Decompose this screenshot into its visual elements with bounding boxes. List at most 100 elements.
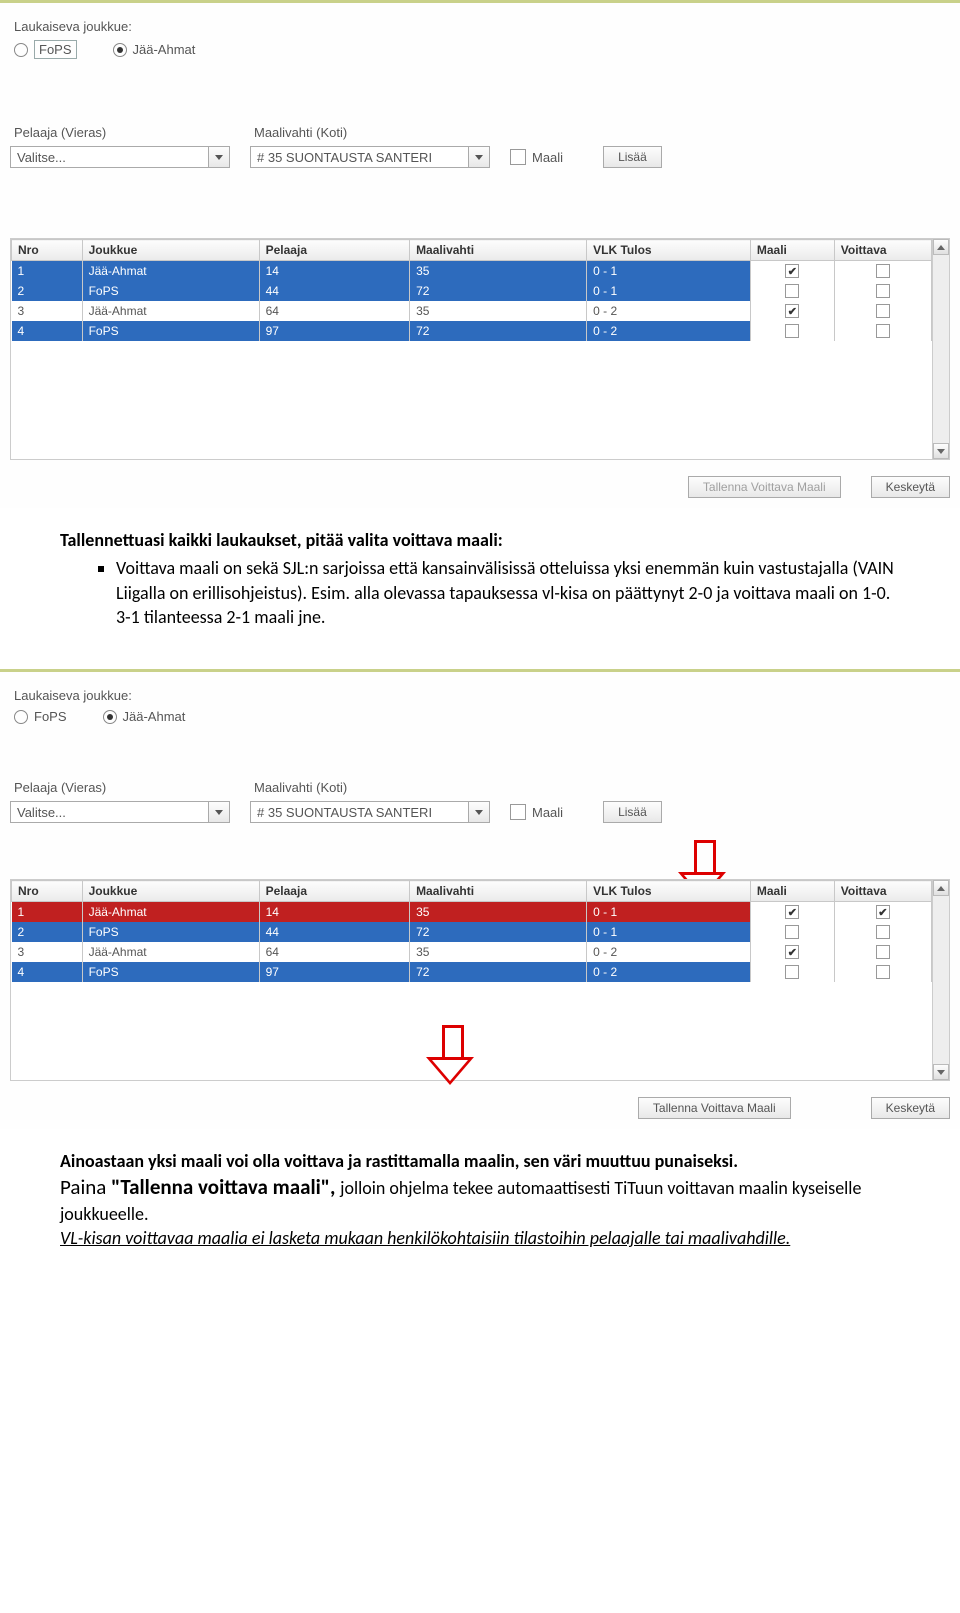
table-header[interactable]: Voittava xyxy=(834,881,931,902)
table-header[interactable]: Pelaaja xyxy=(259,881,409,902)
table-cell: 1 xyxy=(12,902,83,923)
table-cell: 0 - 2 xyxy=(587,962,751,982)
scroll-down-icon[interactable] xyxy=(933,443,949,459)
table-cell: FoPS xyxy=(82,281,259,301)
scrollbar[interactable] xyxy=(932,239,949,459)
table-cell-check[interactable] xyxy=(834,962,931,982)
chevron-down-icon[interactable] xyxy=(208,147,229,167)
table-cell-check[interactable] xyxy=(834,942,931,962)
radio-icon xyxy=(14,710,28,724)
radio-option[interactable]: Jää-Ahmat xyxy=(113,40,196,59)
table-cell-check[interactable] xyxy=(834,261,931,282)
table-row[interactable]: 1Jää-Ahmat14350 - 1✔ xyxy=(12,261,932,282)
table-header[interactable]: Nro xyxy=(12,240,83,261)
scroll-down-icon[interactable] xyxy=(933,1064,949,1080)
table-cell-check[interactable]: ✔ xyxy=(750,942,834,962)
add-button[interactable]: Lisää xyxy=(603,146,662,168)
chevron-down-icon[interactable] xyxy=(468,147,489,167)
table-row[interactable]: 4FoPS97720 - 2 xyxy=(12,321,932,341)
table-cell-check[interactable] xyxy=(834,321,931,341)
radio-icon xyxy=(14,43,28,57)
table-header[interactable]: Joukkue xyxy=(82,881,259,902)
checkbox-icon xyxy=(876,965,890,979)
table-header[interactable]: Joukkue xyxy=(82,240,259,261)
table-cell: 64 xyxy=(259,942,409,962)
checkbox-icon: ✔ xyxy=(785,264,799,278)
table-cell-check[interactable]: ✔ xyxy=(750,301,834,321)
doc-paragraph-2: Ainoastaan yksi maali voi olla voittava … xyxy=(0,1129,960,1280)
player-dropdown[interactable]: Valitse... xyxy=(10,146,230,168)
goal-checkbox[interactable] xyxy=(510,804,526,820)
table-cell: 2 xyxy=(12,281,83,301)
scroll-up-icon[interactable] xyxy=(933,880,949,896)
table-row[interactable]: 4FoPS97720 - 2 xyxy=(12,962,932,982)
table-row[interactable]: 3Jää-Ahmat64350 - 2✔ xyxy=(12,301,932,321)
table-cell-check[interactable] xyxy=(834,301,931,321)
table-cell-check[interactable] xyxy=(834,922,931,942)
checkbox-icon: ✔ xyxy=(785,905,799,919)
table-header[interactable]: Maali xyxy=(750,881,834,902)
table-cell: 35 xyxy=(410,301,587,321)
table-cell-check[interactable]: ✔ xyxy=(750,902,834,923)
chevron-down-icon[interactable] xyxy=(208,802,229,822)
goal-checkbox[interactable] xyxy=(510,149,526,165)
doc-line1: Ainoastaan yksi maali voi olla voittava … xyxy=(60,1150,738,1172)
table-cell: 97 xyxy=(259,962,409,982)
table-cell: 44 xyxy=(259,922,409,942)
radio-label: Jää-Ahmat xyxy=(133,42,196,57)
add-button[interactable]: Lisää xyxy=(603,801,662,823)
table-cell: FoPS xyxy=(82,922,259,942)
radio-row: FoPS Jää-Ahmat xyxy=(14,40,950,59)
radio-row: FoPS Jää-Ahmat xyxy=(14,709,950,724)
table-cell-check[interactable] xyxy=(750,922,834,942)
table-cell-check[interactable] xyxy=(750,321,834,341)
table-cell: 35 xyxy=(410,902,587,923)
table-header[interactable]: Maalivahti xyxy=(410,240,587,261)
goalie-dropdown-text: # 35 SUONTAUSTA SANTERI xyxy=(251,805,468,820)
doc-line3: VL-kisan voittavaa maalia ei lasketa muk… xyxy=(60,1227,790,1249)
table-cell-check[interactable]: ✔ xyxy=(834,902,931,923)
player-label: Pelaaja (Vieras) xyxy=(14,125,230,140)
field-row: Pelaaja (Vieras) Valitse... Maalivahti (… xyxy=(10,774,950,823)
table-row[interactable]: 2FoPS44720 - 1 xyxy=(12,281,932,301)
table-header[interactable]: Nro xyxy=(12,881,83,902)
table-cell: 3 xyxy=(12,942,83,962)
table-cell: 72 xyxy=(410,281,587,301)
chevron-down-icon[interactable] xyxy=(468,802,489,822)
cancel-button[interactable]: Keskeytä xyxy=(871,476,950,498)
checkbox-icon: ✔ xyxy=(876,905,890,919)
radio-option[interactable]: FoPS xyxy=(14,40,77,59)
table-cell: 0 - 1 xyxy=(587,922,751,942)
table-cell: 0 - 2 xyxy=(587,321,751,341)
radio-icon xyxy=(113,43,127,57)
table-header[interactable]: VLK Tulos xyxy=(587,240,751,261)
table-header[interactable]: Maali xyxy=(750,240,834,261)
table-cell: 0 - 1 xyxy=(587,281,751,301)
radio-option[interactable]: FoPS xyxy=(14,709,67,724)
save-winning-goal-button[interactable]: Tallenna Voittava Maali xyxy=(688,476,841,498)
player-dropdown[interactable]: Valitse... xyxy=(10,801,230,823)
table-row[interactable]: 2FoPS44720 - 1 xyxy=(12,922,932,942)
table-header[interactable]: Voittava xyxy=(834,240,931,261)
scroll-up-icon[interactable] xyxy=(933,239,949,255)
doc-line2b: "Tallenna voittava maali", xyxy=(111,1174,340,1200)
scrollbar[interactable] xyxy=(932,880,949,1080)
checkbox-icon: ✔ xyxy=(785,945,799,959)
table-cell-check[interactable] xyxy=(750,962,834,982)
table-row[interactable]: 1Jää-Ahmat14350 - 1✔✔ xyxy=(12,902,932,923)
table-header[interactable]: Pelaaja xyxy=(259,240,409,261)
table-cell-check[interactable] xyxy=(750,281,834,301)
table-header[interactable]: Maalivahti xyxy=(410,881,587,902)
goalie-dropdown[interactable]: # 35 SUONTAUSTA SANTERI xyxy=(250,146,490,168)
table-row[interactable]: 3Jää-Ahmat64350 - 2✔ xyxy=(12,942,932,962)
checkbox-icon xyxy=(876,284,890,298)
table-cell-check[interactable]: ✔ xyxy=(750,261,834,282)
table-cell: 72 xyxy=(410,962,587,982)
table-header[interactable]: VLK Tulos xyxy=(587,881,751,902)
radio-option[interactable]: Jää-Ahmat xyxy=(103,709,186,724)
table-cell-check[interactable] xyxy=(834,281,931,301)
field-row: Pelaaja (Vieras) Valitse... Maalivahti (… xyxy=(10,119,950,168)
table-cell: FoPS xyxy=(82,962,259,982)
radio-icon xyxy=(103,710,117,724)
goalie-dropdown[interactable]: # 35 SUONTAUSTA SANTERI xyxy=(250,801,490,823)
